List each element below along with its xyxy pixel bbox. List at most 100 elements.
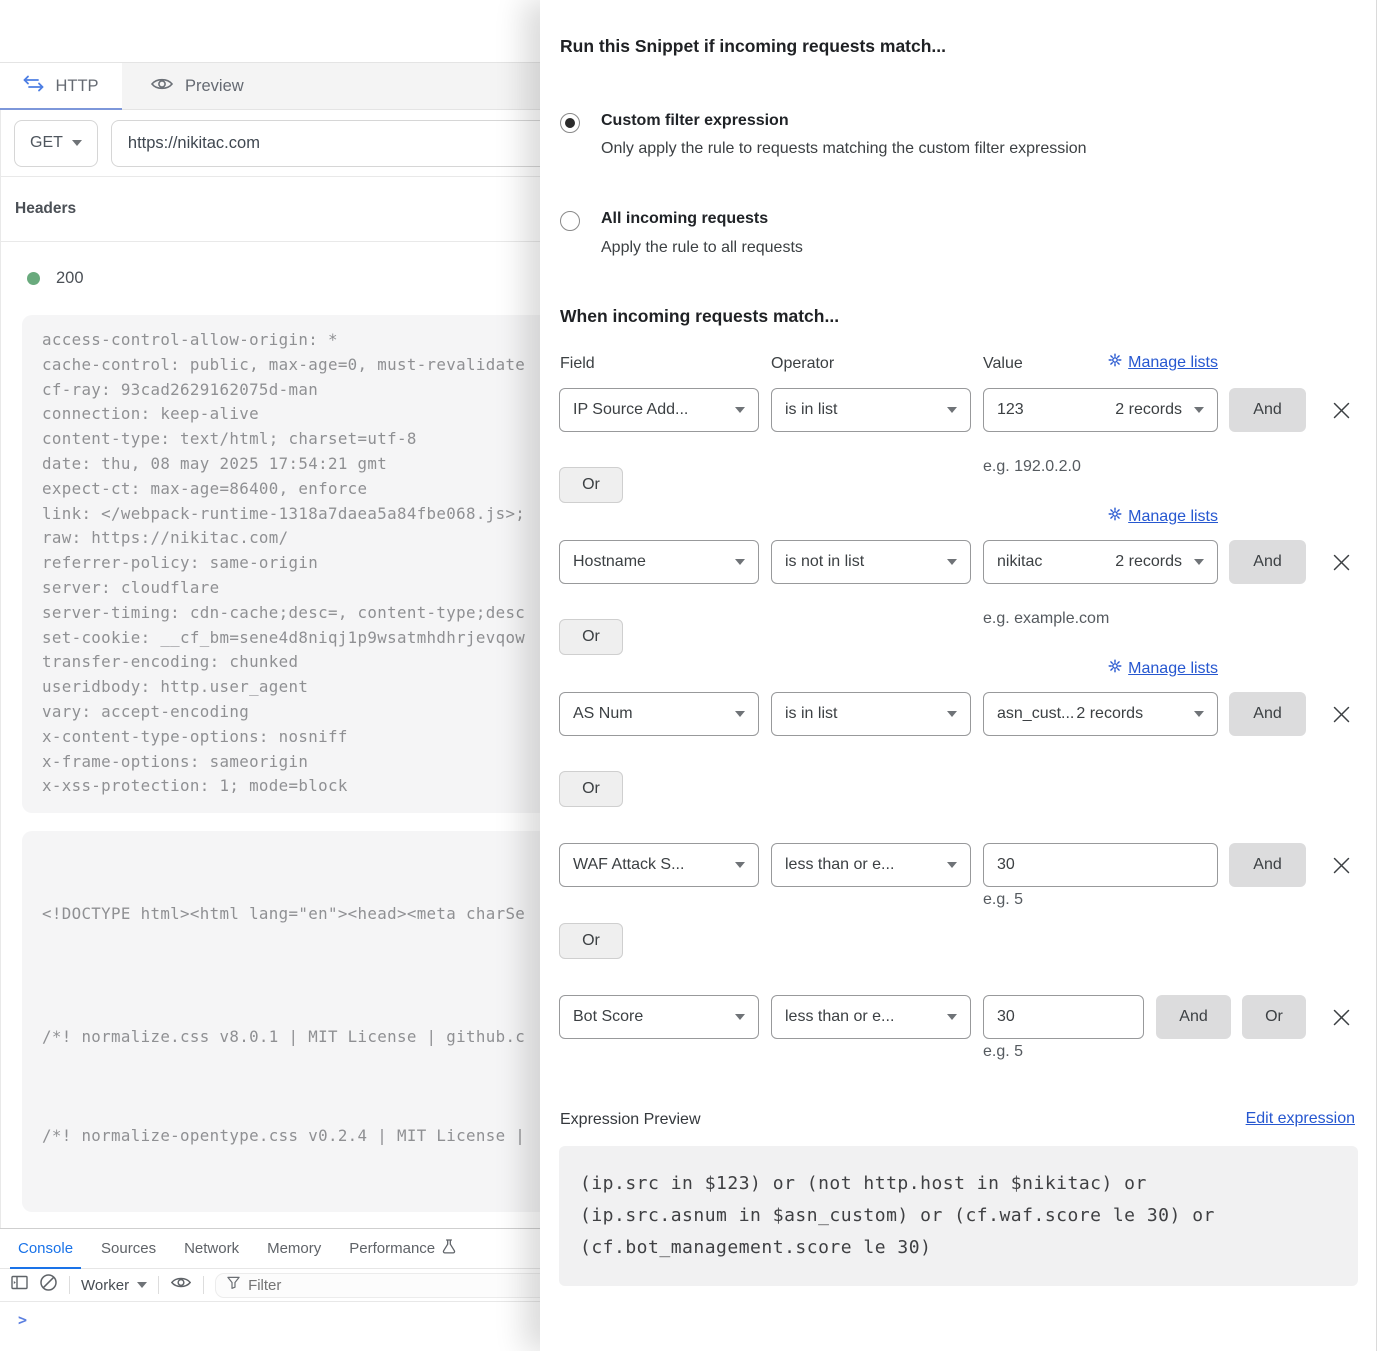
manage-lists-link[interactable]: Manage lists [983, 353, 1218, 372]
tab-console[interactable]: Console [4, 1229, 87, 1268]
radio-custom-filter[interactable] [560, 113, 580, 133]
remove-condition-button[interactable] [1330, 854, 1352, 876]
eye-icon[interactable] [170, 1275, 192, 1295]
list-name: nikitac [997, 553, 1042, 571]
tab-performance-label: Performance [349, 1240, 435, 1257]
method-dropdown[interactable]: GET [14, 120, 98, 167]
chevron-down-icon [1194, 407, 1204, 413]
and-label: And [1253, 705, 1281, 723]
chevron-down-icon [735, 711, 745, 717]
tab-preview-label: Preview [185, 77, 244, 96]
manage-lists-label[interactable]: Manage lists [1128, 354, 1218, 372]
panel-left-border [0, 63, 1, 1351]
tab-network[interactable]: Network [170, 1229, 253, 1268]
tab-preview[interactable]: Preview [122, 63, 272, 109]
method-label: GET [30, 134, 63, 152]
field-select-row5[interactable]: Bot Score [559, 995, 759, 1039]
field-value: IP Source Add... [573, 401, 688, 419]
scrollbar-track[interactable] [1376, 0, 1377, 1351]
console-filter-box[interactable] [215, 1273, 585, 1298]
chevron-down-icon [735, 407, 745, 413]
filter-input[interactable] [248, 1277, 508, 1294]
value-list-select-row1[interactable]: 123 2 records [983, 388, 1218, 432]
or-label: Or [582, 780, 600, 798]
chevron-down-icon [72, 140, 82, 146]
operator-select-row4[interactable]: less than or e... [771, 843, 971, 887]
expression-line: (ip.src in $123) or (not http.host in $n… [580, 1168, 1337, 1200]
field-select-row2[interactable]: Hostname [559, 540, 759, 584]
clear-console-icon[interactable] [39, 1273, 58, 1297]
chevron-down-icon [735, 1014, 745, 1020]
value-hint: e.g. 5 [983, 891, 1023, 909]
value-hint: e.g. 5 [983, 1043, 1023, 1061]
chevron-down-icon [735, 862, 745, 868]
chevron-down-icon [1194, 559, 1204, 565]
radio-all-requests-description: Apply the rule to all requests [601, 239, 803, 257]
value-list-select-row2[interactable]: nikitac 2 records [983, 540, 1218, 584]
dock-sidebar-icon[interactable] [11, 1275, 28, 1295]
funnel-icon [227, 1276, 240, 1294]
chevron-down-icon [947, 711, 957, 717]
radio-all-requests-label[interactable]: All incoming requests [601, 210, 768, 228]
remove-condition-button[interactable] [1330, 1006, 1352, 1028]
or-connector-button[interactable]: Or [559, 771, 623, 807]
and-connector-button[interactable]: And [1229, 843, 1306, 887]
status-code: 200 [56, 269, 84, 288]
radio-all-requests[interactable] [560, 211, 580, 231]
value-input-row4[interactable] [983, 843, 1218, 887]
or-connector-button[interactable]: Or [1242, 995, 1306, 1039]
operator-value: less than or e... [785, 856, 894, 874]
and-connector-button[interactable]: And [1156, 995, 1231, 1039]
toolbar-divider [203, 1276, 204, 1294]
and-label: And [1253, 553, 1281, 571]
operator-value: is in list [785, 401, 837, 419]
radio-custom-filter-label[interactable]: Custom filter expression [601, 112, 789, 130]
tab-performance[interactable]: Performance [335, 1229, 470, 1268]
operator-select-row5[interactable]: less than or e... [771, 995, 971, 1039]
tab-http[interactable]: HTTP [0, 63, 122, 109]
tab-console-label: Console [18, 1240, 73, 1257]
operator-select-row2[interactable]: is not in list [771, 540, 971, 584]
column-label-operator: Operator [771, 355, 834, 373]
list-record-count: 2 records [1115, 553, 1194, 571]
field-value: Bot Score [573, 1008, 643, 1026]
gear-icon [1108, 659, 1122, 678]
match-heading: When incoming requests match... [560, 306, 839, 327]
operator-select-row3[interactable]: is in list [771, 692, 971, 736]
manage-lists-link[interactable]: Manage lists [983, 507, 1218, 526]
flask-icon [442, 1239, 456, 1258]
manage-lists-link[interactable]: Manage lists [983, 659, 1218, 678]
field-select-row3[interactable]: AS Num [559, 692, 759, 736]
worker-context-dropdown[interactable]: Worker [81, 1277, 147, 1294]
remove-condition-button[interactable] [1330, 703, 1352, 725]
tab-sources[interactable]: Sources [87, 1229, 170, 1268]
expression-preview-code: (ip.src in $123) or (not http.host in $n… [559, 1146, 1358, 1286]
swap-arrows-icon [23, 75, 44, 97]
manage-lists-label[interactable]: Manage lists [1128, 508, 1218, 526]
or-label: Or [582, 932, 600, 950]
remove-condition-button[interactable] [1330, 399, 1352, 421]
value-input-row5[interactable] [983, 995, 1144, 1039]
and-connector-button[interactable]: And [1229, 692, 1306, 736]
manage-lists-label[interactable]: Manage lists [1128, 660, 1218, 678]
and-connector-button[interactable]: And [1229, 540, 1306, 584]
or-connector-button[interactable]: Or [559, 467, 623, 503]
remove-condition-button[interactable] [1330, 551, 1352, 573]
operator-select-row1[interactable]: is in list [771, 388, 971, 432]
field-select-row4[interactable]: WAF Attack S... [559, 843, 759, 887]
value-hint: e.g. example.com [983, 610, 1109, 628]
chevron-down-icon [947, 1014, 957, 1020]
field-select-row1[interactable]: IP Source Add... [559, 388, 759, 432]
tab-sources-label: Sources [101, 1240, 156, 1257]
prompt-chevron: > [18, 1311, 27, 1329]
or-connector-button[interactable]: Or [559, 923, 623, 959]
operator-value: is not in list [785, 553, 864, 571]
chevron-down-icon [1194, 711, 1204, 717]
edit-expression-link[interactable]: Edit expression [1246, 1110, 1355, 1128]
field-value: Hostname [573, 553, 646, 571]
toolbar-divider [69, 1276, 70, 1294]
and-connector-button[interactable]: And [1229, 388, 1306, 432]
tab-memory[interactable]: Memory [253, 1229, 335, 1268]
value-list-select-row3[interactable]: asn_cust... 2 records [983, 692, 1218, 736]
or-connector-button[interactable]: Or [559, 619, 623, 655]
